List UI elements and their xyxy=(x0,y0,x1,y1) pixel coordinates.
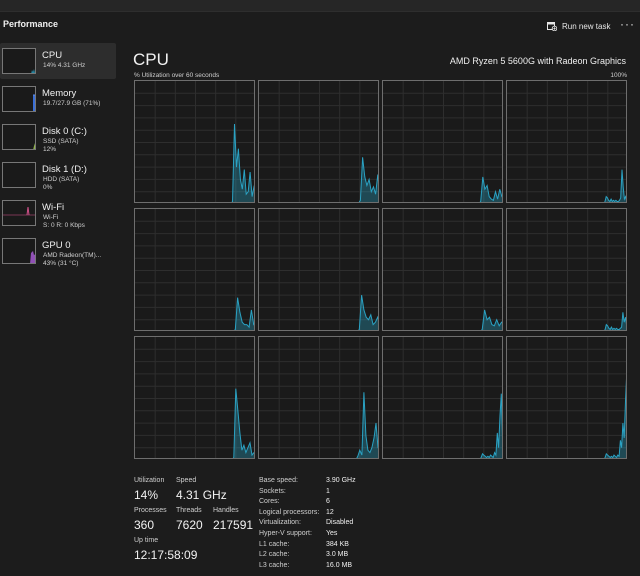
run-new-task-label: Run new task xyxy=(562,21,611,31)
detail-value: Yes xyxy=(326,530,338,537)
detail-value: 12 xyxy=(326,508,334,516)
detail-key: Sockets: xyxy=(259,487,286,495)
cpu-thumbnail-graph xyxy=(2,48,36,74)
core-graph-11 xyxy=(506,336,627,459)
core-graph-canvas xyxy=(135,209,254,330)
speed-value: 4.31 GHz xyxy=(176,488,227,502)
core-graph-canvas xyxy=(383,81,502,202)
sidebar-item-cpu[interactable]: CPU 14% 4.31 GHz xyxy=(0,43,116,79)
detail-key: Base speed: xyxy=(259,477,298,484)
core-graph-9 xyxy=(258,336,379,459)
detail-value: 3.90 GHz xyxy=(326,477,356,484)
detail-key: Logical processors: xyxy=(259,508,320,516)
core-graph-2 xyxy=(382,80,503,203)
sidebar-item-disk0[interactable]: Disk 0 (C:) SSD (SATA) 12% xyxy=(0,119,116,155)
sidebar-item-detail: 19.7/27.9 GB (71%) xyxy=(43,100,101,107)
sidebar-item-memory[interactable]: Memory 19.7/27.9 GB (71%) xyxy=(0,81,116,117)
window-titlebar xyxy=(0,0,640,12)
utilization-value: 14% xyxy=(134,488,159,502)
detail-value: 1 xyxy=(326,487,330,495)
sidebar-item-detail: 14% 4.31 GHz xyxy=(43,62,86,69)
core-graph-6 xyxy=(382,208,503,331)
uptime-label: Up time xyxy=(134,537,159,544)
core-graph-1 xyxy=(258,80,379,203)
sidebar-item-detail: SSD (SATA) xyxy=(43,138,79,145)
core-graph-canvas xyxy=(507,337,626,458)
core-graph-canvas xyxy=(135,337,254,458)
utilization-label: Utilization xyxy=(134,477,165,484)
page-title: Performance xyxy=(3,19,59,29)
main-title: CPU xyxy=(133,50,169,69)
core-graph-canvas xyxy=(259,337,378,458)
detail-key: Virtualization: xyxy=(259,519,301,527)
detail-value: 3.0 MB xyxy=(326,551,349,559)
core-graph-7 xyxy=(506,208,627,331)
run-task-icon xyxy=(547,22,557,31)
speed-label: Speed xyxy=(176,477,197,484)
sidebar-item-detail: S: 0 R: 0 Kbps xyxy=(43,222,85,229)
detail-value: 384 KB xyxy=(326,540,349,548)
sidebar-item-label: GPU 0 xyxy=(42,240,71,251)
disk0-thumbnail-graph xyxy=(2,124,36,150)
processes-label: Processes xyxy=(134,507,167,514)
detail-key: Cores: xyxy=(259,498,280,506)
core-graph-0 xyxy=(134,80,255,203)
cpu-thumb-svg xyxy=(31,69,35,73)
disk1-thumbnail-graph xyxy=(2,162,36,188)
sidebar-item-label: Wi-Fi xyxy=(42,202,65,213)
sidebar-item-gpu0[interactable]: GPU 0 AMD Radeon(TM)... 43% (31 °C) xyxy=(0,233,116,269)
sidebar-item-label: Disk 1 (D:) xyxy=(42,164,87,175)
detail-key: Hyper-V support: xyxy=(259,530,312,537)
disk0-thumb-svg xyxy=(33,143,35,149)
wifi-thumb-svg xyxy=(3,206,35,216)
sidebar-item-detail: 43% (31 °C) xyxy=(43,260,79,267)
uptime-value: 12:17:58:09 xyxy=(134,548,198,562)
core-graph-canvas xyxy=(507,209,626,330)
detail-value: 16.0 MB xyxy=(326,561,353,569)
wifi-thumbnail-graph xyxy=(2,200,36,226)
processes-value: 360 xyxy=(134,518,155,532)
core-graph-4 xyxy=(134,208,255,331)
cpu-model-name: AMD Ryzen 5 5600G with Radeon Graphics xyxy=(449,56,626,66)
run-new-task-button[interactable]: Run new task xyxy=(547,19,610,33)
sidebar-item-detail: 0% xyxy=(43,184,53,191)
threads-value: 7620 xyxy=(176,518,203,532)
core-graph-8 xyxy=(134,336,255,459)
core-graph-3 xyxy=(506,80,627,203)
sidebar-item-wifi[interactable]: Wi-Fi Wi-Fi S: 0 R: 0 Kbps xyxy=(0,195,116,231)
core-graph-canvas xyxy=(507,81,626,202)
core-graph-canvas xyxy=(383,337,502,458)
threads-label: Threads xyxy=(176,507,202,514)
sidebar-item-label: Disk 0 (C:) xyxy=(42,126,87,137)
detail-key: L1 cache: xyxy=(259,540,290,548)
handles-label: Handles xyxy=(213,507,239,514)
gpu-thumbnail-graph xyxy=(2,238,36,264)
detail-value: Disabled xyxy=(326,519,354,527)
sidebar-item-label: CPU xyxy=(42,50,63,61)
sidebar-item-detail: Wi-Fi xyxy=(43,214,59,221)
core-graph-canvas xyxy=(259,81,378,202)
utilization-max-label: 100% xyxy=(610,72,627,79)
page-header: Performance Run new task ··· xyxy=(0,12,640,40)
more-options-icon[interactable]: ··· xyxy=(620,17,635,31)
handles-value: 217591 xyxy=(213,518,254,532)
sidebar-item-disk1[interactable]: Disk 1 (D:) HDD (SATA) 0% xyxy=(0,157,116,193)
memory-thumbnail-graph xyxy=(2,86,36,112)
detail-value: 6 xyxy=(326,498,330,506)
core-graph-10 xyxy=(382,336,503,459)
detail-key: L2 cache: xyxy=(259,551,290,559)
sidebar-item-label: Memory xyxy=(42,88,77,99)
core-graph-5 xyxy=(258,208,379,331)
gpu-thumb-svg xyxy=(30,251,35,263)
sidebar-item-detail: AMD Radeon(TM)... xyxy=(43,252,102,259)
memory-thumb-svg xyxy=(33,94,35,111)
core-graph-canvas xyxy=(135,81,254,202)
utilization-axis-label: % Utilization over 60 seconds xyxy=(134,72,220,79)
detail-key: L3 cache: xyxy=(259,561,290,569)
core-graph-canvas xyxy=(383,209,502,330)
core-graph-canvas xyxy=(259,209,378,330)
sidebar-item-detail: HDD (SATA) xyxy=(43,176,80,183)
sidebar-item-detail: 12% xyxy=(43,146,57,153)
